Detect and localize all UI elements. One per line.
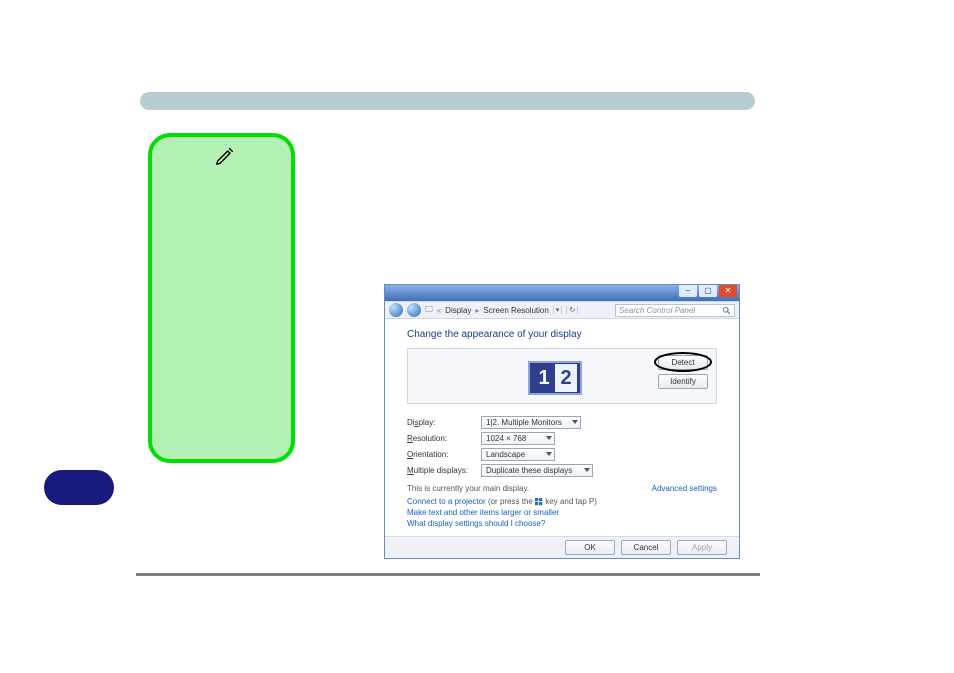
multiple-displays-label: Multiple displays: [407,466,481,475]
main-display-note: This is currently your main display. [407,484,529,493]
chevron-down-icon [572,420,578,424]
detect-button[interactable]: Detect [658,355,708,370]
text-size-link[interactable]: Make text and other items larger or smal… [407,508,559,517]
ok-button[interactable]: OK [565,540,615,555]
chevron-down-icon [546,436,552,440]
explorer-nav-row: 🖵 « Display ▸ Screen Resolution ▾ ↻ Sear… [385,301,739,319]
breadcrumb-chevron-icon: ▸ [475,306,479,315]
display-select-value: 1|2. Multiple Monitors [486,418,562,427]
monitor-2-label: 2 [555,364,577,392]
side-pill [44,470,114,505]
apply-button[interactable]: Apply [677,540,727,555]
breadcrumb-screen-resolution[interactable]: Screen Resolution [483,306,548,315]
back-button[interactable] [389,303,403,317]
search-icon [722,306,731,315]
orientation-select[interactable]: Landscape [481,448,555,461]
breadcrumb-root-icon: 🖵 [425,305,433,315]
multiple-displays-select[interactable]: Duplicate these displays [481,464,593,477]
breadcrumb-display[interactable]: Display [445,306,471,315]
orientation-select-value: Landscape [486,450,525,459]
chevron-down-icon [546,452,552,456]
identify-button[interactable]: Identify [658,374,708,389]
projector-hint-1: (or press the [486,497,535,506]
resolution-label: Resolution: [407,434,481,443]
screen-resolution-window: – ▢ ✕ 🖵 « Display ▸ Screen Resolution ▾ … [384,284,740,559]
breadcrumb-sep: « [437,306,441,315]
cancel-button[interactable]: Cancel [621,540,671,555]
monitor-1-label: 1 [533,364,555,392]
search-input[interactable]: Search Control Panel [615,304,735,317]
windows-key-icon [535,498,543,506]
display-label: Display: [407,418,481,427]
pen-icon [214,145,236,167]
search-placeholder: Search Control Panel [619,306,695,315]
forward-button[interactable] [407,303,421,317]
breadcrumb-dropdown-icon[interactable]: ▾ [553,306,563,314]
resolution-select-value: 1024 × 768 [486,434,526,443]
maximize-button[interactable]: ▢ [699,285,717,297]
breadcrumb-refresh-icon[interactable]: ↻ [566,306,578,314]
display-select[interactable]: 1|2. Multiple Monitors [481,416,581,429]
close-button[interactable]: ✕ [719,285,737,297]
top-decorative-bar [140,92,755,110]
orientation-label: Orientation: [407,450,481,459]
window-titlebar[interactable]: – ▢ ✕ [385,285,739,301]
connect-projector-link[interactable]: Connect to a projector [407,497,486,506]
resolution-select[interactable]: 1024 × 768 [481,432,555,445]
window-footer: OK Cancel Apply [385,536,739,558]
breadcrumb[interactable]: 🖵 « Display ▸ Screen Resolution [425,305,549,315]
advanced-settings-link[interactable]: Advanced settings [652,484,717,493]
display-settings-form: Display: 1|2. Multiple Monitors Resoluti… [407,414,717,478]
minimize-button[interactable]: – [679,285,697,297]
monitor-preview[interactable]: 1 2 [528,361,582,395]
projector-hint-2: key and tap P) [543,497,597,506]
page-title: Change the appearance of your display [407,329,717,340]
multiple-displays-select-value: Duplicate these displays [486,466,572,475]
window-body: Change the appearance of your display 1 … [385,319,739,536]
divider-line [136,573,760,576]
chevron-down-icon [584,468,590,472]
display-help-link[interactable]: What display settings should I choose? [407,519,545,528]
display-preview-box: 1 2 Detect Identify [407,348,717,404]
annotation-panel [148,133,295,463]
